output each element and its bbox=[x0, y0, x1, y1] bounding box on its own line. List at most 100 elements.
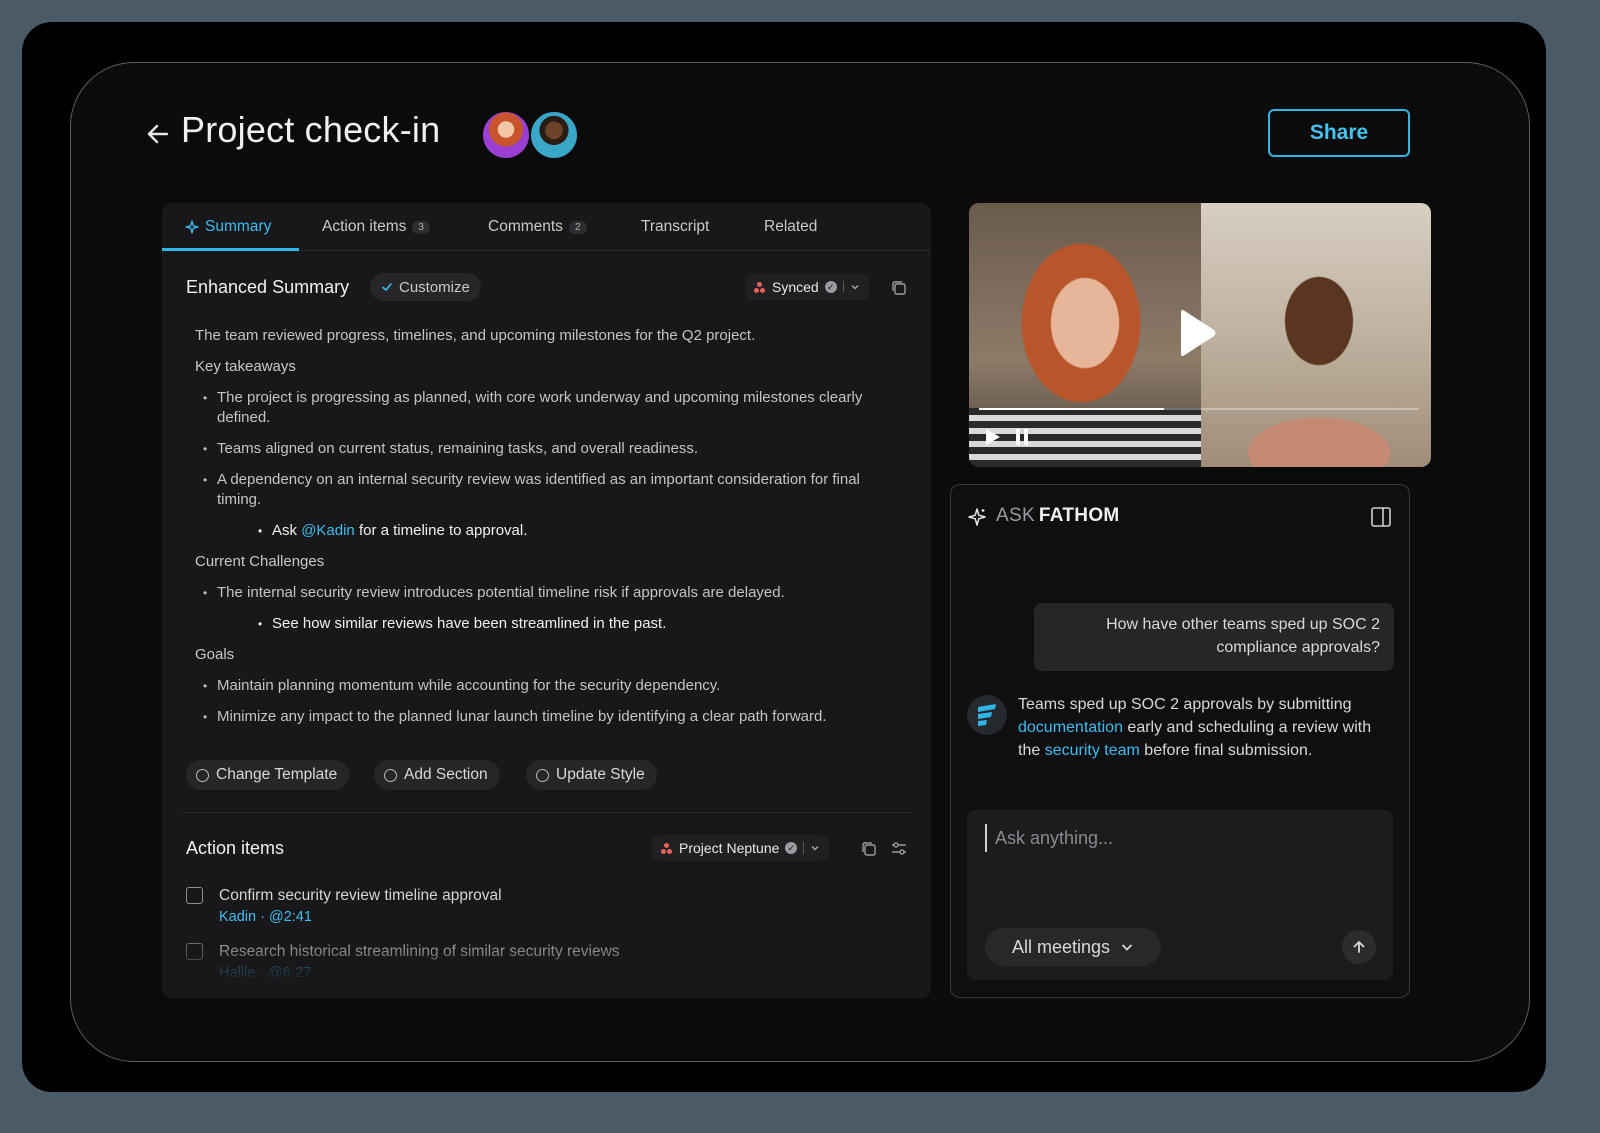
sync-status-dropdown[interactable]: Synced ✓ bbox=[745, 274, 869, 300]
title-prefix: ASK bbox=[996, 505, 1035, 526]
action-item-checkbox[interactable] bbox=[186, 887, 203, 904]
tab-transcript[interactable]: Transcript bbox=[641, 218, 709, 236]
tab-action-items[interactable]: Action items 3 bbox=[322, 218, 430, 236]
documentation-link[interactable]: documentation bbox=[1018, 719, 1123, 736]
back-arrow-icon[interactable] bbox=[145, 121, 171, 147]
tab-label: Related bbox=[764, 218, 818, 235]
tab-label: Transcript bbox=[641, 218, 710, 235]
list-item: Teams aligned on current status, remaini… bbox=[195, 439, 905, 459]
section-heading: Key takeaways bbox=[195, 358, 296, 375]
copy-icon[interactable] bbox=[859, 839, 879, 859]
participant-video-man bbox=[1201, 203, 1431, 467]
add-section-button[interactable]: Add Section bbox=[374, 760, 500, 790]
ask-input[interactable] bbox=[985, 824, 1365, 852]
reply-text: before final submission. bbox=[1144, 742, 1313, 759]
sidebar-panel-icon[interactable] bbox=[1370, 506, 1392, 528]
integration-icon bbox=[754, 281, 766, 293]
video-player[interactable] bbox=[969, 203, 1431, 467]
section-heading: Current Challenges bbox=[195, 553, 325, 570]
button-label: Change Template bbox=[216, 766, 338, 783]
list-item: Maintain planning momentum while account… bbox=[195, 676, 905, 696]
summary-panel: Summary Action items 3 Comments 2 Transc… bbox=[162, 203, 931, 998]
filter-icon[interactable] bbox=[889, 839, 909, 859]
arrow-up-icon bbox=[1353, 941, 1365, 953]
customize-button[interactable]: Customize bbox=[370, 273, 481, 301]
play-icon[interactable] bbox=[1177, 309, 1217, 357]
verified-icon: ✓ bbox=[785, 842, 798, 854]
play-icon[interactable] bbox=[985, 428, 1001, 446]
chevron-down-icon bbox=[851, 285, 859, 290]
integration-icon bbox=[661, 842, 673, 854]
participant-avatar[interactable] bbox=[481, 110, 531, 160]
share-button[interactable]: Share bbox=[1268, 109, 1410, 157]
customize-label: Customize bbox=[399, 278, 470, 296]
page-title: Project check-in bbox=[181, 109, 441, 150]
tab-comments[interactable]: Comments 2 bbox=[488, 218, 587, 236]
summary-title: Enhanced Summary bbox=[186, 277, 350, 297]
ask-prefix: Ask bbox=[272, 522, 298, 539]
action-item-meta[interactable]: Hallie · @6:27 bbox=[219, 965, 311, 981]
button-label: Add Section bbox=[404, 766, 488, 783]
copy-icon[interactable] bbox=[889, 278, 909, 298]
scroll-fade bbox=[162, 928, 931, 998]
tab-label: Action items bbox=[322, 218, 407, 235]
pause-icon[interactable] bbox=[1015, 429, 1029, 445]
chevron-down-icon bbox=[1121, 944, 1133, 951]
chevron-down-icon bbox=[811, 846, 819, 851]
ask-suffix: for a timeline to approval. bbox=[358, 522, 528, 539]
participant-video-woman bbox=[969, 203, 1201, 467]
divider bbox=[842, 281, 844, 293]
tab-bar: Summary Action items 3 Comments 2 Transc… bbox=[162, 203, 931, 251]
button-label: Update Style bbox=[556, 766, 645, 783]
user-message: How have other teams sped up SOC 2 compl… bbox=[1034, 603, 1394, 671]
sparkle-icon bbox=[968, 508, 986, 526]
app-window: Project check-in Share Summary Action it… bbox=[70, 62, 1530, 1062]
fathom-logo-icon bbox=[978, 704, 996, 726]
scope-label: All meetings bbox=[1011, 936, 1111, 957]
action-item-checkbox[interactable] bbox=[186, 943, 203, 960]
video-progress-fill bbox=[979, 408, 1164, 410]
key-takeaways-list: The project is progressing as planned, w… bbox=[195, 388, 905, 541]
video-progress-bar[interactable] bbox=[979, 408, 1419, 410]
active-tab-indicator bbox=[162, 248, 299, 251]
action-item-text: Research historical streamlining of simi… bbox=[219, 943, 620, 960]
tab-related[interactable]: Related bbox=[764, 218, 817, 236]
summary-body: The team reviewed progress, timelines, a… bbox=[195, 326, 905, 738]
sub-list-item: Ask @Kadin for a timeline to approval. bbox=[195, 521, 905, 541]
security-team-link[interactable]: security team bbox=[1045, 742, 1140, 759]
change-template-button[interactable]: Change Template bbox=[186, 760, 350, 790]
fathom-avatar bbox=[967, 695, 1007, 735]
tab-label: Comments bbox=[488, 218, 563, 235]
reply-text: Teams sped up SOC 2 approvals by submitt… bbox=[1018, 696, 1352, 713]
check-icon bbox=[382, 283, 392, 291]
goals-list: Maintain planning momentum while account… bbox=[195, 676, 905, 727]
section-heading: Goals bbox=[195, 646, 235, 663]
tab-summary[interactable]: Summary bbox=[185, 218, 271, 236]
title-brand: FATHOM bbox=[1038, 505, 1120, 526]
update-style-button[interactable]: Update Style bbox=[526, 760, 657, 790]
tab-label: Summary bbox=[205, 218, 272, 235]
sync-label: Synced bbox=[772, 279, 819, 295]
challenges-list: The internal security review introduces … bbox=[195, 583, 905, 634]
count-badge: 2 bbox=[568, 220, 587, 234]
ask-fathom-title: ASK FATHOM bbox=[996, 505, 1120, 527]
circle-icon bbox=[536, 768, 549, 782]
divider bbox=[803, 842, 805, 854]
verified-icon: ✓ bbox=[824, 281, 837, 293]
project-dropdown[interactable]: Project Neptune ✓ bbox=[652, 835, 830, 861]
list-item: The internal security review introduces … bbox=[195, 583, 905, 603]
project-label: Project Neptune bbox=[679, 840, 780, 856]
sparkle-icon bbox=[185, 220, 199, 234]
action-item-meta[interactable]: Kadin · @2:41 bbox=[219, 909, 312, 925]
meetings-scope-dropdown[interactable]: All meetings bbox=[985, 928, 1161, 966]
send-button[interactable] bbox=[1342, 930, 1376, 964]
ask-fathom-panel: ASK FATHOM How have other teams sped up S… bbox=[950, 484, 1410, 998]
summary-lead: The team reviewed progress, timelines, a… bbox=[195, 327, 756, 344]
list-item: Minimize any impact to the planned lunar… bbox=[195, 707, 905, 727]
participant-avatar[interactable] bbox=[529, 110, 579, 160]
list-item: A dependency on an internal security rev… bbox=[195, 470, 905, 510]
circle-icon bbox=[196, 768, 209, 782]
sub-list-item: See how similar reviews have been stream… bbox=[195, 614, 905, 634]
circle-icon bbox=[384, 768, 397, 782]
user-mention[interactable]: @Kadin bbox=[301, 522, 355, 539]
